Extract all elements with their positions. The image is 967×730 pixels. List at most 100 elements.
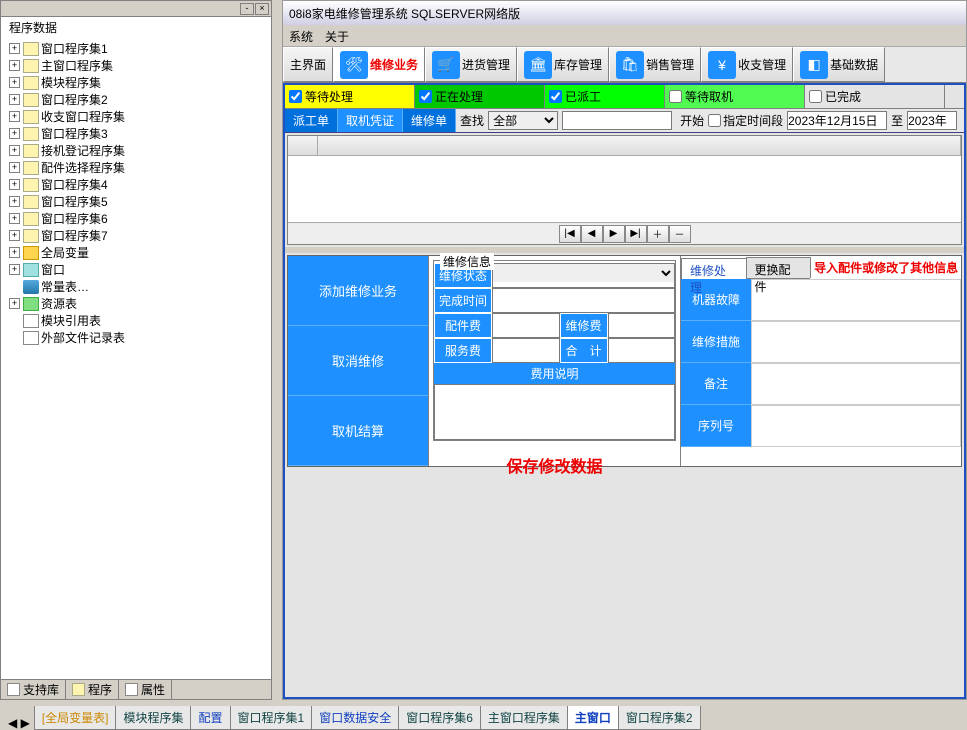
- tree[interactable]: + 窗口程序集1+ 主窗口程序集+ 模块程序集+ 窗口程序集2+: [1, 38, 271, 679]
- doc-tab[interactable]: 主窗口程序集: [480, 706, 568, 730]
- panel-close-button[interactable]: ×: [255, 3, 269, 15]
- date-from-input[interactable]: [787, 111, 887, 130]
- toolbar-库存管理[interactable]: 🏛库存管理: [517, 47, 609, 82]
- tree-item[interactable]: + 窗口程序集5: [5, 193, 267, 210]
- expander-icon[interactable]: [9, 281, 20, 292]
- h-splitter[interactable]: [285, 247, 964, 253]
- expander-icon[interactable]: +: [9, 230, 20, 241]
- toolbar-进货管理[interactable]: 🛒进货管理: [425, 47, 517, 82]
- expander-icon[interactable]: +: [9, 77, 20, 88]
- doc-tab[interactable]: 窗口程序集2: [618, 706, 701, 730]
- expander-icon[interactable]: +: [9, 94, 20, 105]
- tab-support-lib[interactable]: 支持库: [1, 680, 66, 699]
- tree-item[interactable]: + 窗口程序集7: [5, 227, 267, 244]
- data-grid[interactable]: |◀◀▶▶|＋－: [287, 135, 962, 245]
- toolbar-主界面[interactable]: 主界面: [283, 47, 333, 82]
- tree-item[interactable]: 模块引用表: [5, 312, 267, 329]
- nav-button[interactable]: ◀: [581, 225, 603, 243]
- expander-icon[interactable]: +: [9, 128, 20, 139]
- expander-icon[interactable]: +: [9, 60, 20, 71]
- period-checkbox[interactable]: [708, 114, 721, 127]
- tree-item[interactable]: + 窗口: [5, 261, 267, 278]
- menu-about[interactable]: 关于: [325, 28, 349, 43]
- doc-tab[interactable]: [全局变量表]: [34, 706, 117, 730]
- tab-replace-parts[interactable]: 更换配件: [746, 257, 812, 278]
- expander-icon[interactable]: +: [9, 111, 20, 122]
- nav-button[interactable]: |◀: [559, 225, 581, 243]
- tree-item[interactable]: + 接机登记程序集: [5, 142, 267, 159]
- status-select[interactable]: [493, 264, 674, 282]
- doc-tab[interactable]: 窗口程序集1: [230, 706, 313, 730]
- expander-icon[interactable]: +: [9, 247, 20, 258]
- expander-icon[interactable]: +: [9, 298, 20, 309]
- field-value[interactable]: [751, 363, 961, 405]
- field-value[interactable]: [751, 405, 961, 447]
- save-button[interactable]: 保存修改数据: [429, 445, 680, 485]
- repair-fee-input[interactable]: [609, 314, 675, 332]
- filter-已完成[interactable]: 已完成: [805, 85, 945, 108]
- toolbar-销售管理[interactable]: 🛍销售管理: [609, 47, 701, 82]
- tab-repair-process[interactable]: 维修处理: [681, 258, 747, 279]
- doc-tab[interactable]: 模块程序集: [115, 706, 191, 730]
- tree-item[interactable]: + 主窗口程序集: [5, 57, 267, 74]
- tab-repair[interactable]: 维修单: [403, 109, 456, 132]
- tab-pickup[interactable]: 取机凭证: [338, 109, 403, 132]
- filter-已派工[interactable]: 已派工: [545, 85, 665, 108]
- fee-note-textarea[interactable]: [434, 384, 675, 440]
- tree-item[interactable]: + 配件选择程序集: [5, 159, 267, 176]
- doc-tab[interactable]: 窗口数据安全: [311, 706, 399, 730]
- expander-icon[interactable]: +: [9, 213, 20, 224]
- filter-checkbox[interactable]: [809, 90, 822, 103]
- tab-program[interactable]: 程序: [66, 680, 119, 699]
- nav-button[interactable]: ▶: [603, 225, 625, 243]
- filter-checkbox[interactable]: [419, 90, 432, 103]
- expander-icon[interactable]: +: [9, 179, 20, 190]
- splitter[interactable]: [272, 0, 282, 700]
- expander-icon[interactable]: [9, 315, 20, 326]
- field-value[interactable]: [751, 279, 961, 321]
- date-to-input[interactable]: [907, 111, 957, 130]
- filter-checkbox[interactable]: [549, 90, 562, 103]
- doc-tab[interactable]: 配置: [190, 706, 230, 730]
- tree-item[interactable]: + 资源表: [5, 295, 267, 312]
- search-scope-select[interactable]: 全部: [488, 111, 558, 130]
- menu-system[interactable]: 系统: [289, 28, 313, 43]
- filter-checkbox[interactable]: [669, 90, 682, 103]
- search-input[interactable]: [562, 111, 672, 130]
- filter-正在处理[interactable]: 正在处理: [415, 85, 545, 108]
- tree-item[interactable]: + 收支窗口程序集: [5, 108, 267, 125]
- doc-tab[interactable]: 窗口程序集6: [398, 706, 481, 730]
- tab-properties[interactable]: 属性: [119, 680, 172, 699]
- filter-等待处理[interactable]: 等待处理: [285, 85, 415, 108]
- tree-item[interactable]: 外部文件记录表: [5, 329, 267, 346]
- total-input[interactable]: [609, 339, 675, 357]
- expander-icon[interactable]: +: [9, 145, 20, 156]
- toolbar-维修业务[interactable]: 🛠维修业务: [333, 47, 425, 82]
- tree-item[interactable]: + 模块程序集: [5, 74, 267, 91]
- tree-item[interactable]: + 窗口程序集4: [5, 176, 267, 193]
- tree-root[interactable]: 程序数据: [1, 17, 271, 38]
- field-value[interactable]: [751, 321, 961, 363]
- expander-icon[interactable]: +: [9, 264, 20, 275]
- nav-button[interactable]: ▶|: [625, 225, 647, 243]
- part-fee-input[interactable]: [493, 314, 559, 332]
- expander-icon[interactable]: +: [9, 196, 20, 207]
- tree-item[interactable]: + 窗口程序集6: [5, 210, 267, 227]
- service-fee-input[interactable]: [493, 339, 559, 357]
- expander-icon[interactable]: [9, 332, 20, 343]
- nav-button[interactable]: ＋: [647, 225, 669, 243]
- finish-time-input[interactable]: [493, 289, 674, 307]
- tab-dispatch[interactable]: 派工单: [285, 109, 338, 132]
- doc-tab[interactable]: 主窗口: [567, 706, 619, 730]
- tree-item[interactable]: + 窗口程序集3: [5, 125, 267, 142]
- panel-min-button[interactable]: -: [240, 3, 254, 15]
- add-repair-button[interactable]: 添加维修业务: [288, 256, 428, 326]
- toolbar-收支管理[interactable]: ¥收支管理: [701, 47, 793, 82]
- cancel-repair-button[interactable]: 取消维修: [288, 326, 428, 396]
- filter-等待取机[interactable]: 等待取机: [665, 85, 805, 108]
- toolbar-基础数据[interactable]: ◧基础数据: [793, 47, 885, 82]
- filter-checkbox[interactable]: [289, 90, 302, 103]
- tree-item[interactable]: + 窗口程序集2: [5, 91, 267, 108]
- doc-tab-scroll[interactable]: ◀ ▶: [4, 716, 34, 730]
- expander-icon[interactable]: +: [9, 43, 20, 54]
